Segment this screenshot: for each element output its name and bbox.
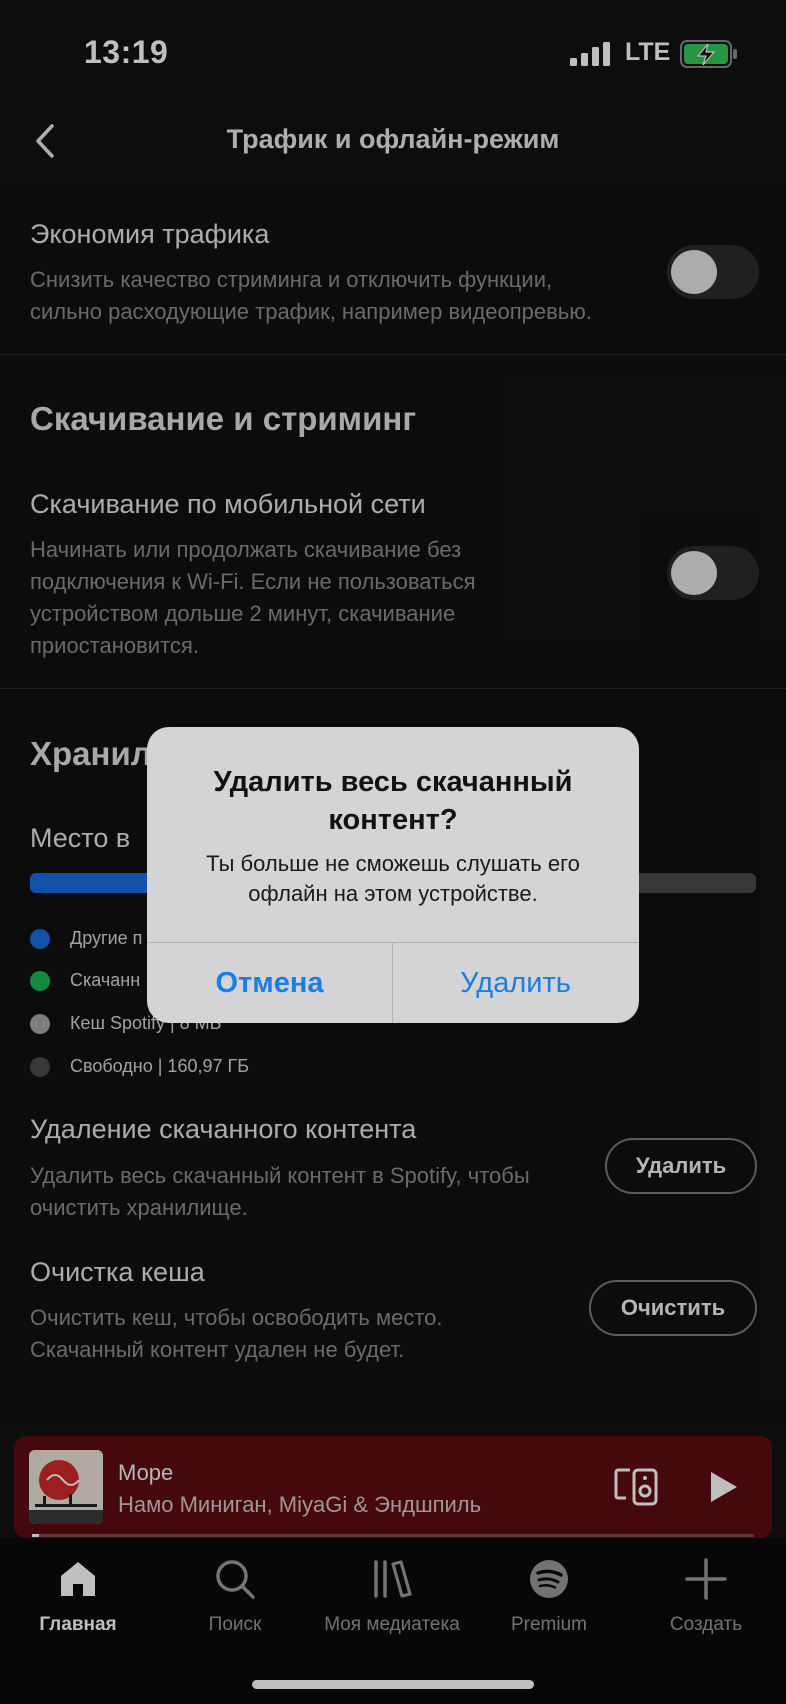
dialog-title: Удалить весь скачанный контент? [213, 766, 573, 836]
dialog-cancel-button[interactable]: Отмена [147, 943, 392, 1023]
delete-confirm-dialog: Удалить весь скачанный контент? Ты больш… [147, 727, 639, 1023]
dialog-delete-button[interactable]: Удалить [393, 943, 638, 1023]
dialog-message: Ты больше не сможешь слушать его офлайн … [206, 851, 580, 906]
